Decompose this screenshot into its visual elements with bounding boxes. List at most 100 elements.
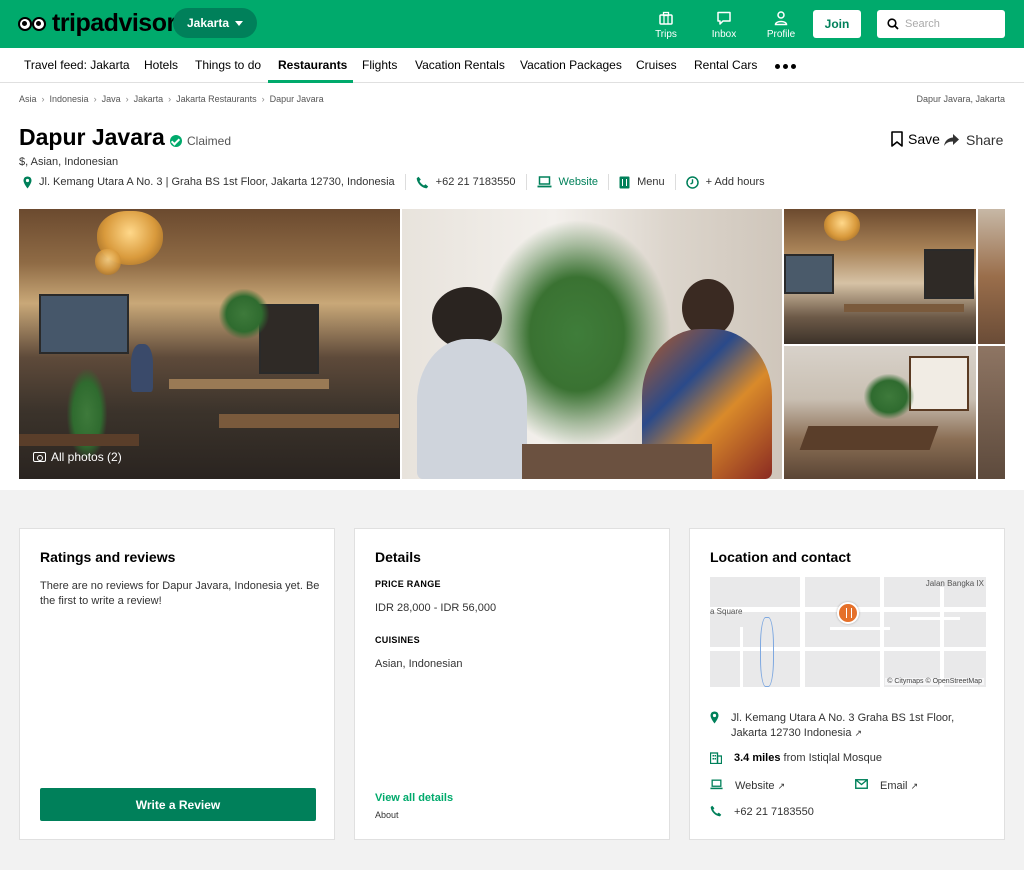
price-range-value: IDR 28,000 - IDR 56,000 [375, 602, 497, 614]
map-pin-icon [710, 711, 719, 724]
chevron-right-icon: › [168, 94, 172, 104]
website-item[interactable]: Website [525, 174, 609, 190]
price-cuisine-line: $, Asian, Indonesian [19, 156, 119, 168]
photo-interior-2[interactable] [784, 209, 976, 344]
subnav-travel-feed[interactable]: Travel feed: Jakarta [24, 58, 130, 72]
address-text: Jl. Kemang Utara A No. 3 | Graha BS 1st … [39, 176, 395, 188]
breadcrumb: Asia › Indonesia › Java › Jakarta › Jakarta … [19, 94, 324, 104]
subnav-vacation-packages[interactable]: Vacation Packages [520, 58, 622, 72]
nav-inbox-label: Inbox [711, 29, 737, 40]
nav-inbox[interactable]: Inbox [699, 10, 749, 40]
chevron-right-icon: › [261, 94, 265, 104]
breadcrumb-location: Dapur Javara, Jakarta [916, 94, 1005, 104]
map-place-label: a Square [710, 607, 743, 616]
camera-icon [33, 452, 46, 462]
restaurant-name: Dapur Javara [19, 124, 165, 150]
save-button[interactable]: Save [891, 131, 940, 147]
caret-down-icon [235, 20, 244, 26]
location-phone-text: +62 21 7183550 [734, 806, 814, 818]
subnav-things-to-do[interactable]: Things to do [195, 58, 261, 72]
tripadvisor-logo[interactable]: tripadvisor ® [18, 9, 182, 38]
claimed-label: Claimed [187, 134, 232, 148]
photo-shelf[interactable] [978, 209, 1005, 344]
photo-mosaic: All photos (2) [19, 209, 1005, 479]
more-icon[interactable] [775, 64, 796, 69]
briefcase-icon [659, 11, 673, 25]
phone-icon [710, 805, 722, 817]
nav-profile[interactable]: Profile [756, 10, 806, 40]
external-link-icon: ↗ [854, 728, 863, 738]
breadcrumb-item[interactable]: Jakarta [134, 94, 164, 104]
breadcrumb-item[interactable]: Indonesia [50, 94, 89, 104]
subnav-cruises[interactable]: Cruises [636, 58, 677, 72]
external-link-icon: ↗ [777, 781, 786, 791]
geo-label: Jakarta [186, 16, 230, 30]
location-card: Location and contact Jalan Bangka IX a S… [689, 528, 1005, 840]
cuisines-value: Asian, Indonesian [375, 658, 463, 670]
building-icon [710, 752, 722, 764]
distance-rest: from Istiqlal Mosque [780, 752, 882, 764]
website-link[interactable]: Website [559, 176, 599, 188]
ratings-card: Ratings and reviews There are no reviews… [19, 528, 335, 840]
subnav-rental-cars[interactable]: Rental Cars [694, 58, 757, 72]
chevron-right-icon: › [93, 94, 97, 104]
info-row: Jl. Kemang Utara A No. 3 | Graha BS 1st … [19, 174, 775, 190]
photo-interior-3[interactable] [784, 346, 976, 479]
location-email[interactable]: Email ↗ [855, 779, 918, 794]
external-link-icon: ↗ [910, 781, 919, 791]
geo-selector-button[interactable]: Jakarta [173, 8, 257, 38]
logo-text: tripadvisor [52, 9, 176, 37]
write-review-button[interactable]: Write a Review [40, 788, 316, 821]
no-reviews-text: There are no reviews for Dapur Javara, I… [40, 580, 320, 607]
menu-text: Menu [637, 176, 665, 188]
search-box[interactable] [877, 10, 1005, 38]
hours-item[interactable]: + Add hours [674, 174, 775, 190]
location-map[interactable]: Jalan Bangka IX a Square © Citymaps © Op… [710, 577, 986, 687]
all-photos-button[interactable]: All photos (2) [33, 450, 122, 464]
owl-logo-icon [18, 11, 48, 37]
chat-icon [717, 11, 731, 25]
subnav-flights[interactable]: Flights [362, 58, 397, 72]
share-button[interactable]: Share [943, 132, 1003, 148]
address-item[interactable]: Jl. Kemang Utara A No. 3 | Graha BS 1st … [19, 174, 405, 190]
location-title: Location and contact [710, 549, 851, 565]
location-address[interactable]: Jl. Kemang Utara A No. 3 Graha BS 1st Fl… [710, 711, 971, 741]
phone-icon [416, 176, 428, 188]
map-attribution: © Citymaps © OpenStreetMap [885, 678, 984, 685]
distance-value: 3.4 miles [734, 752, 781, 764]
share-label: Share [966, 132, 1004, 148]
location-address-text: Jl. Kemang Utara A No. 3 Graha BS 1st Fl… [731, 712, 955, 739]
restaurant-pin-icon[interactable] [837, 602, 859, 624]
search-icon [887, 18, 899, 30]
location-phone[interactable]: +62 21 7183550 [710, 805, 814, 820]
breadcrumb-item[interactable]: Jakarta Restaurants [176, 94, 257, 104]
subnav-restaurants[interactable]: Restaurants [278, 58, 347, 72]
laptop-icon [537, 176, 552, 188]
join-button[interactable]: Join [813, 10, 861, 38]
view-all-details-link[interactable]: View all details [375, 792, 453, 804]
photo-wall[interactable] [978, 346, 1005, 479]
subnav-hotels[interactable]: Hotels [144, 58, 178, 72]
about-label: About [375, 810, 399, 820]
breadcrumb-item-current: Dapur Javara [269, 94, 324, 104]
breadcrumb-item[interactable]: Java [102, 94, 121, 104]
person-icon [774, 11, 788, 26]
breadcrumb-item[interactable]: Asia [19, 94, 37, 104]
subnav-vacation-rentals[interactable]: Vacation Rentals [415, 58, 505, 72]
details-card: Details PRICE RANGE IDR 28,000 - IDR 56,… [354, 528, 670, 840]
nav-trips[interactable]: Trips [641, 10, 691, 40]
location-distance: 3.4 miles from Istiqlal Mosque [710, 751, 974, 766]
menu-item[interactable]: Menu [608, 174, 675, 190]
photo-diners[interactable] [402, 209, 782, 479]
menu-book-icon [619, 176, 630, 188]
phone-item[interactable]: +62 21 7183550 [404, 174, 526, 190]
ratings-title: Ratings and reviews [40, 549, 176, 565]
photo-interior-main[interactable]: All photos (2) [19, 209, 400, 479]
category-nav: Travel feed: Jakarta Hotels Things to do… [0, 48, 1024, 83]
location-email-text: Email [880, 780, 908, 792]
mail-icon [855, 779, 868, 789]
laptop-icon [710, 779, 723, 790]
location-website[interactable]: Website ↗ [710, 779, 785, 794]
search-input[interactable] [905, 18, 995, 30]
save-label: Save [908, 131, 940, 147]
